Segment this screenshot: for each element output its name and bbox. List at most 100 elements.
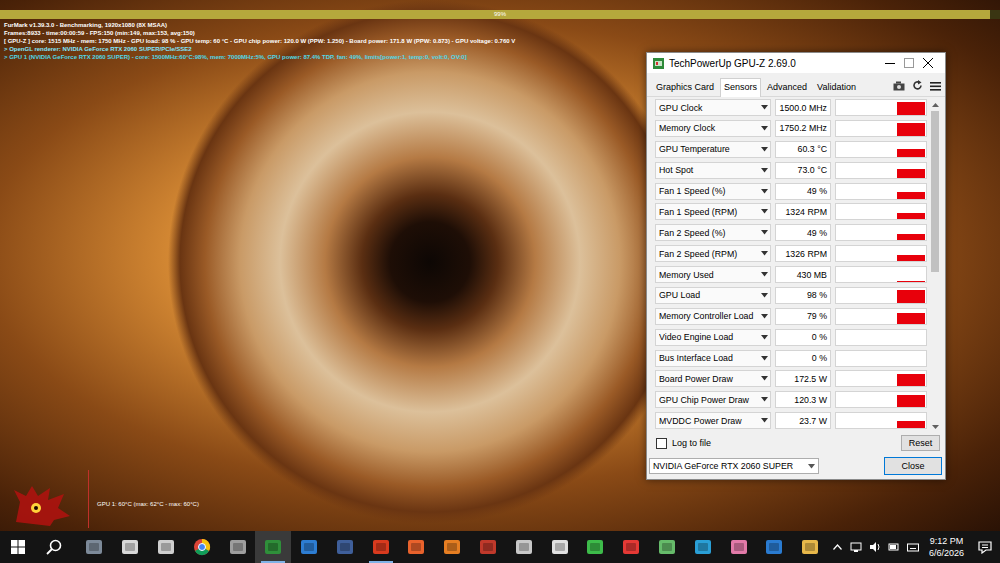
osd-line: > GPU 1 (NVIDIA GeForce RTX 2060 SUPER) … bbox=[4, 53, 515, 61]
taskbar-app[interactable] bbox=[184, 531, 220, 563]
taskbar-app[interactable] bbox=[756, 531, 792, 563]
refresh-icon[interactable] bbox=[912, 80, 923, 91]
taskbar-app[interactable] bbox=[578, 531, 614, 563]
tray-overflow-button[interactable] bbox=[828, 544, 847, 550]
dropdown-arrow-icon[interactable] bbox=[761, 105, 768, 110]
taskbar-app[interactable] bbox=[363, 531, 399, 563]
sensor-graph-fill bbox=[897, 255, 925, 261]
app-icon bbox=[479, 538, 497, 556]
sensor-row: GPU Clock1500.0 MHz bbox=[655, 99, 927, 120]
taskbar-app[interactable] bbox=[220, 531, 256, 563]
close-window-button[interactable] bbox=[918, 53, 937, 73]
sensor-label-box[interactable]: GPU Load bbox=[655, 287, 771, 304]
taskbar-app[interactable] bbox=[506, 531, 542, 563]
sensor-value: 1500.0 MHz bbox=[775, 99, 831, 116]
sensor-label-box[interactable]: Fan 2 Speed (RPM) bbox=[655, 245, 771, 262]
dropdown-arrow-icon[interactable] bbox=[761, 189, 768, 194]
taskbar-app[interactable] bbox=[792, 531, 828, 563]
sensor-row: Memory Clock1750.2 MHz bbox=[655, 120, 927, 141]
taskbar-app[interactable] bbox=[613, 531, 649, 563]
dropdown-arrow-icon[interactable] bbox=[761, 209, 768, 214]
dropdown-arrow-icon[interactable] bbox=[761, 126, 768, 131]
taskbar-app[interactable] bbox=[399, 531, 435, 563]
tray-item[interactable] bbox=[904, 541, 923, 553]
taskbar-app[interactable] bbox=[542, 531, 578, 563]
sensor-row: Memory Used430 MB bbox=[655, 266, 927, 287]
sensor-label-box[interactable]: Video Engine Load bbox=[655, 329, 771, 346]
sensor-label-box[interactable]: Bus Interface Load bbox=[655, 350, 771, 367]
tray-item[interactable] bbox=[885, 541, 904, 553]
app-icon bbox=[157, 538, 175, 556]
dropdown-arrow-icon[interactable] bbox=[761, 168, 768, 173]
log-row: Log to file Reset bbox=[647, 433, 945, 453]
sensor-label-box[interactable]: Memory Clock bbox=[655, 120, 771, 137]
scroll-thumb[interactable] bbox=[931, 111, 939, 272]
app-icon bbox=[622, 538, 640, 556]
taskbar-app[interactable] bbox=[77, 531, 113, 563]
sensor-label-box[interactable]: Memory Used bbox=[655, 266, 771, 283]
dropdown-arrow-icon[interactable] bbox=[761, 293, 768, 298]
dropdown-arrow-icon[interactable] bbox=[761, 251, 768, 256]
clock-date: 6/6/2026 bbox=[929, 547, 964, 559]
sensor-label-box[interactable]: Fan 1 Speed (RPM) bbox=[655, 203, 771, 220]
taskbar-app[interactable] bbox=[685, 531, 721, 563]
sensor-label-box[interactable]: Memory Controller Load bbox=[655, 308, 771, 325]
taskbar-app[interactable] bbox=[327, 531, 363, 563]
start-button[interactable] bbox=[0, 531, 36, 563]
sensor-label: Memory Controller Load bbox=[659, 311, 761, 321]
minimize-button[interactable] bbox=[880, 53, 899, 73]
scroll-down-button[interactable] bbox=[929, 421, 941, 433]
taskbar-app[interactable] bbox=[148, 531, 184, 563]
scroll-up-button[interactable] bbox=[929, 99, 941, 111]
reset-button[interactable]: Reset bbox=[901, 435, 940, 451]
app-icon bbox=[658, 538, 676, 556]
sensor-label: Fan 2 Speed (RPM) bbox=[659, 249, 761, 259]
menu-icon[interactable] bbox=[930, 81, 941, 91]
sensor-row: GPU Chip Power Draw120.3 W bbox=[655, 391, 927, 412]
dropdown-arrow-icon[interactable] bbox=[761, 418, 768, 423]
taskbar-app[interactable] bbox=[649, 531, 685, 563]
taskbar-app[interactable] bbox=[112, 531, 148, 563]
tab[interactable]: Advanced bbox=[763, 78, 811, 96]
sensor-label-box[interactable]: GPU Chip Power Draw bbox=[655, 391, 771, 408]
title-bar[interactable]: TechPowerUp GPU-Z 2.69.0 bbox=[647, 53, 945, 73]
dropdown-arrow-icon[interactable] bbox=[761, 376, 768, 381]
dropdown-arrow-icon[interactable] bbox=[761, 272, 768, 277]
scrollbar[interactable] bbox=[929, 99, 941, 433]
network-icon bbox=[850, 541, 862, 553]
dropdown-arrow-icon[interactable] bbox=[761, 147, 768, 152]
device-select[interactable]: NVIDIA GeForce RTX 2060 SUPER bbox=[649, 458, 819, 474]
tray-item[interactable] bbox=[847, 541, 866, 553]
dropdown-arrow-icon[interactable] bbox=[761, 356, 768, 361]
tab[interactable]: Graphics Card bbox=[652, 78, 718, 96]
taskbar-app[interactable] bbox=[721, 531, 757, 563]
sensor-label-box[interactable]: GPU Clock bbox=[655, 99, 771, 116]
dropdown-arrow-icon[interactable] bbox=[761, 397, 768, 402]
dropdown-arrow-icon[interactable] bbox=[761, 314, 768, 319]
tab[interactable]: Sensors bbox=[720, 78, 761, 97]
log-checkbox[interactable] bbox=[656, 438, 667, 449]
taskbar-app[interactable] bbox=[434, 531, 470, 563]
notifications-button[interactable] bbox=[970, 541, 1000, 554]
maximize-button[interactable] bbox=[899, 53, 918, 73]
tab[interactable]: Validation bbox=[813, 78, 860, 96]
sensor-label-box[interactable]: MVDDC Power Draw bbox=[655, 412, 771, 429]
sensor-label-box[interactable]: GPU Temperature bbox=[655, 141, 771, 158]
close-button[interactable]: Close bbox=[884, 457, 942, 475]
sensor-graph-fill bbox=[897, 421, 925, 428]
sensor-label-box[interactable]: Hot Spot bbox=[655, 162, 771, 179]
camera-icon[interactable] bbox=[893, 81, 905, 91]
search-button[interactable] bbox=[36, 531, 72, 563]
taskbar-app[interactable] bbox=[470, 531, 506, 563]
tray-item[interactable] bbox=[866, 541, 885, 553]
dropdown-arrow-icon[interactable] bbox=[761, 230, 768, 235]
taskbar-app[interactable] bbox=[291, 531, 327, 563]
log-label[interactable]: Log to file bbox=[672, 438, 711, 448]
clock[interactable]: 9:12 PM6/6/2026 bbox=[923, 535, 970, 559]
sensor-label-box[interactable]: Board Power Draw bbox=[655, 370, 771, 387]
dropdown-arrow-icon[interactable] bbox=[761, 335, 768, 340]
taskbar-app[interactable] bbox=[255, 531, 291, 563]
sensor-label-box[interactable]: Fan 2 Speed (%) bbox=[655, 224, 771, 241]
sensor-value: 79 % bbox=[775, 308, 831, 325]
sensor-label-box[interactable]: Fan 1 Speed (%) bbox=[655, 183, 771, 200]
